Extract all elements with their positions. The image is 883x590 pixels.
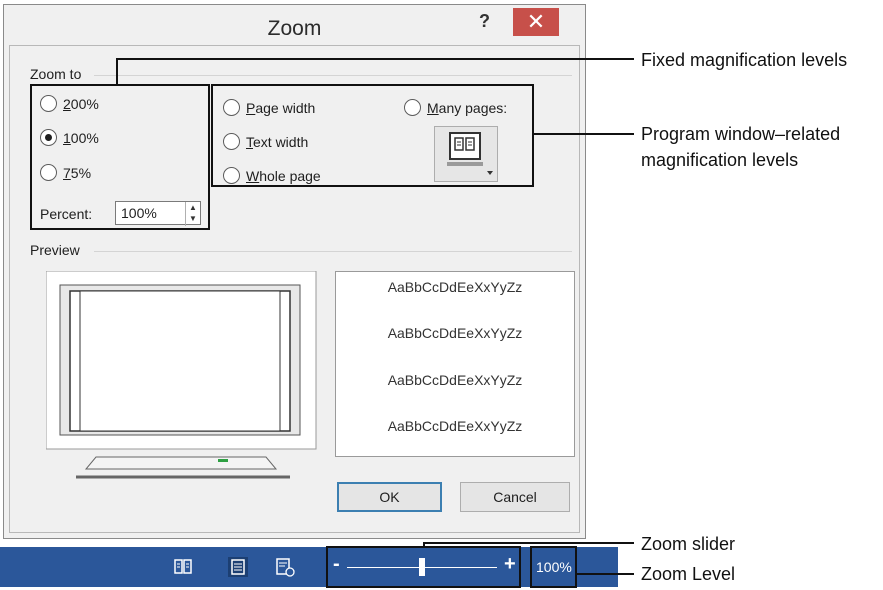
callout-connector bbox=[534, 133, 634, 135]
zoom-to-divider bbox=[94, 75, 572, 76]
callout-window-levels-line2: magnification levels bbox=[641, 150, 799, 170]
preview-monitor bbox=[45, 270, 320, 503]
callout-window-levels-line1: Program window–related bbox=[641, 124, 841, 144]
dialog-title: Zoom bbox=[267, 17, 322, 40]
print-layout-icon[interactable] bbox=[227, 556, 249, 578]
callout-connector bbox=[116, 58, 118, 85]
callout-zoom-level: Zoom Level bbox=[641, 564, 736, 584]
fixed-levels-highlight bbox=[30, 84, 210, 230]
monitor-preview-icon bbox=[45, 270, 317, 479]
callout-zoom-slider: Zoom slider bbox=[641, 534, 736, 554]
dialog-titlebar: Zoom ? ✕ bbox=[4, 5, 585, 45]
ok-button[interactable]: OK bbox=[337, 482, 442, 512]
zoom-slider-highlight bbox=[326, 546, 521, 588]
zoom-to-label: Zoom to bbox=[30, 66, 82, 82]
zoom-level-highlight bbox=[530, 546, 577, 588]
sample-line-2: AaBbCcDdEeXxYyZz bbox=[387, 325, 523, 341]
callout-connector bbox=[116, 58, 634, 60]
sample-line-1: AaBbCcDdEeXxYyZz bbox=[387, 279, 523, 295]
help-button[interactable]: ? bbox=[479, 11, 490, 32]
sample-line-4: AaBbCcDdEeXxYyZz bbox=[387, 418, 523, 434]
status-bar: - + 100% bbox=[0, 547, 618, 587]
callout-fixed-levels: Fixed magnification levels bbox=[641, 50, 848, 70]
cancel-button[interactable]: Cancel bbox=[460, 482, 570, 512]
callout-connector bbox=[423, 542, 634, 544]
preview-label: Preview bbox=[30, 242, 80, 258]
read-mode-icon[interactable] bbox=[172, 556, 194, 578]
close-button[interactable]: ✕ bbox=[513, 8, 559, 36]
font-preview-box: AaBbCcDdEeXxYyZz AaBbCcDdEeXxYyZz AaBbCc… bbox=[335, 271, 575, 457]
sample-line-3: AaBbCcDdEeXxYyZz bbox=[387, 372, 523, 388]
web-layout-icon[interactable] bbox=[274, 556, 296, 578]
preview-divider bbox=[94, 251, 572, 252]
window-levels-highlight bbox=[211, 84, 534, 187]
callout-connector bbox=[577, 573, 634, 575]
